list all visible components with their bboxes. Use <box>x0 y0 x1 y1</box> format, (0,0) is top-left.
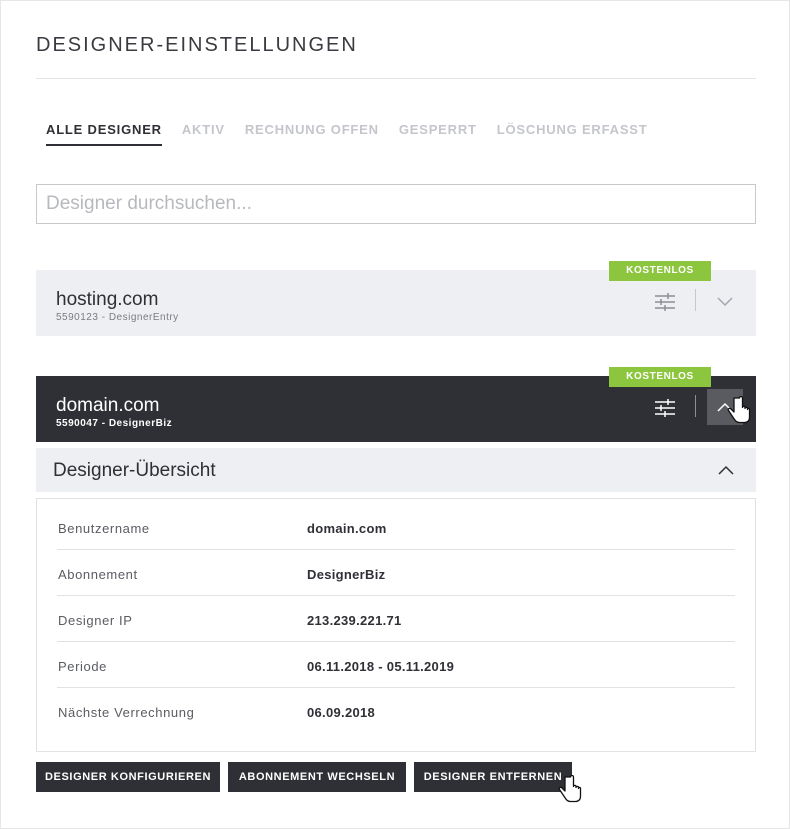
chevron-up-icon[interactable] <box>716 460 736 480</box>
remove-designer-button[interactable]: DESIGNER ENTFERNEN <box>414 762 572 792</box>
entry-name: domain.com <box>56 395 160 416</box>
change-subscription-button[interactable]: ABONNEMENT WECHSELN <box>228 762 406 792</box>
icon-divider <box>695 289 696 311</box>
detail-value: 06.09.2018 <box>307 705 376 720</box>
entry-subtitle: 5590123 - DesignerEntry <box>56 312 179 323</box>
detail-label: Abonnement <box>58 567 138 582</box>
detail-label: Designer IP <box>58 613 133 628</box>
search-box <box>36 184 756 224</box>
detail-label: Periode <box>58 659 108 674</box>
detail-value: 06.11.2018 - 05.11.2019 <box>307 659 455 674</box>
filter-tabs: ALLE DESIGNER AKTIV RECHNUNG OFFEN GESPE… <box>46 122 648 146</box>
detail-row: Designer IP 213.239.221.71 <box>57 595 735 642</box>
page-title: DESIGNER-EINSTELLUNGEN <box>36 34 358 56</box>
title-divider <box>36 78 756 79</box>
plan-badge: KOSTENLOS <box>609 261 711 281</box>
entry-subtitle: 5590047 - DesignerBiz <box>56 418 173 429</box>
detail-value: DesignerBiz <box>307 567 386 582</box>
detail-row: Periode 06.11.2018 - 05.11.2019 <box>57 641 735 688</box>
search-input[interactable] <box>37 185 755 223</box>
detail-label: Nächste Verrechnung <box>58 705 195 720</box>
tab-alle-designer[interactable]: ALLE DESIGNER <box>46 122 162 146</box>
overview-header[interactable]: Designer-Übersicht <box>36 448 756 492</box>
configure-designer-button[interactable]: DESIGNER KONFIGURIEREN <box>36 762 220 792</box>
detail-label: Benutzername <box>58 521 150 536</box>
detail-value: 213.239.221.71 <box>307 613 402 628</box>
detail-row: Abonnement DesignerBiz <box>57 549 735 596</box>
chevron-up-icon[interactable] <box>707 389 743 425</box>
icon-divider <box>695 395 696 417</box>
designer-entry-domain[interactable]: KOSTENLOS domain.com 5590047 - DesignerB… <box>36 367 756 442</box>
detail-row: Nächste Verrechnung 06.09.2018 <box>57 687 735 733</box>
sliders-icon[interactable] <box>653 291 677 313</box>
tab-gesperrt[interactable]: GESPERRT <box>399 122 477 144</box>
detail-row: Benutzername domain.com <box>57 503 735 550</box>
overview-details: Benutzername domain.com Abonnement Desig… <box>36 498 756 752</box>
plan-badge: KOSTENLOS <box>609 367 711 387</box>
overview-title: Designer-Übersicht <box>53 460 216 481</box>
designer-entry-hosting[interactable]: KOSTENLOS hosting.com 5590123 - Designer… <box>36 261 756 336</box>
sliders-icon[interactable] <box>653 397 677 419</box>
tab-rechnung-offen[interactable]: RECHNUNG OFFEN <box>245 122 379 144</box>
entry-name: hosting.com <box>56 289 159 310</box>
tab-loeschung-erfasst[interactable]: LÖSCHUNG ERFASST <box>497 122 648 144</box>
tab-aktiv[interactable]: AKTIV <box>182 122 225 144</box>
chevron-down-icon[interactable] <box>707 283 743 319</box>
detail-value: domain.com <box>307 521 387 536</box>
